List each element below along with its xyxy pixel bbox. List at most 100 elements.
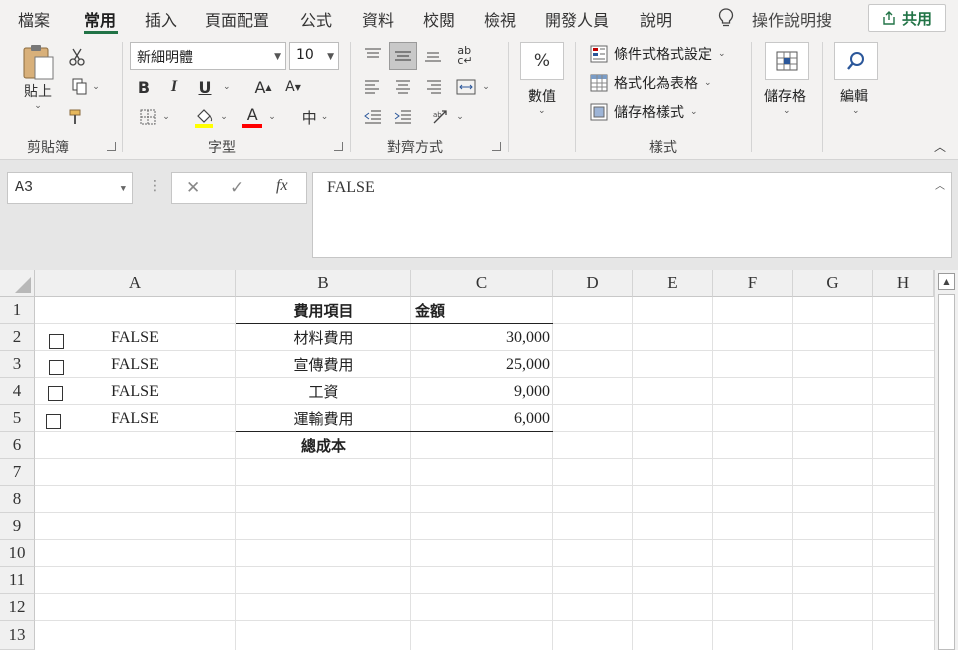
column-header-g[interactable]: G: [793, 270, 873, 297]
scrollbar-thumb[interactable]: [938, 294, 955, 650]
font-color-button[interactable]: A ⌄: [238, 104, 280, 130]
cell-a4[interactable]: FALSE: [35, 378, 235, 405]
cell-b6-total-label[interactable]: 總成本: [236, 432, 411, 459]
cells-dropdown-arrow[interactable]: ⌄: [783, 106, 791, 116]
editing-dropdown-arrow[interactable]: ⌄: [852, 106, 860, 116]
increase-indent-button[interactable]: [392, 106, 414, 128]
tab-view[interactable]: 檢視: [484, 7, 516, 31]
paste-button[interactable]: 貼上 ⌄: [18, 42, 58, 112]
cancel-entry-icon[interactable]: ✕: [186, 178, 200, 198]
editing-button[interactable]: [834, 42, 878, 80]
grow-font-button[interactable]: A ▲: [252, 76, 274, 98]
bold-button[interactable]: B: [134, 76, 154, 98]
collapse-ribbon-icon[interactable]: ︿: [934, 138, 946, 155]
tab-page-layout[interactable]: 頁面配置: [205, 7, 269, 31]
orientation-button[interactable]: ab c↵: [452, 44, 478, 68]
header-expense-item[interactable]: 費用項目: [236, 297, 411, 324]
italic-button[interactable]: I: [164, 76, 184, 98]
row-header-3[interactable]: 3: [0, 351, 35, 378]
decrease-indent-button[interactable]: [362, 106, 384, 128]
cell-a2[interactable]: FALSE: [35, 324, 235, 351]
name-box[interactable]: A3 ▼: [7, 172, 133, 204]
conditional-formatting-button[interactable]: 條件式格式設定 ⌄: [590, 44, 726, 64]
cell-c5[interactable]: 6,000: [411, 405, 550, 432]
row-header-12[interactable]: 12: [0, 594, 35, 621]
row-header-8[interactable]: 8: [0, 486, 35, 513]
align-center-button[interactable]: [392, 76, 414, 98]
align-top-button[interactable]: [362, 44, 384, 66]
align-middle-button[interactable]: [389, 42, 417, 70]
wrap-text-button[interactable]: ab ⌄: [428, 106, 468, 128]
cell-b2[interactable]: 材料費用: [236, 324, 411, 351]
cut-button[interactable]: [66, 46, 88, 68]
align-left-button[interactable]: [362, 76, 384, 98]
enter-entry-icon[interactable]: ✓: [230, 178, 244, 198]
fill-color-button[interactable]: ⌄: [190, 104, 232, 130]
worksheet-grid[interactable]: A B C D E F G H 1 2 3 4 5 6 7 8 9 10 11 …: [0, 270, 958, 650]
cell-c2[interactable]: 30,000: [411, 324, 550, 351]
row-header-1[interactable]: 1: [0, 297, 35, 324]
merge-center-button[interactable]: ⌄: [452, 76, 494, 98]
tell-me-search[interactable]: 操作說明搜: [752, 7, 832, 31]
borders-button[interactable]: ⌄: [134, 106, 176, 128]
tab-insert[interactable]: 插入: [145, 7, 177, 31]
vertical-scrollbar[interactable]: ▲: [934, 270, 958, 650]
align-right-button[interactable]: [422, 76, 444, 98]
cell-styles-button[interactable]: 儲存格樣式 ⌄: [590, 102, 698, 122]
font-name-combo[interactable]: 新細明體 ▼: [130, 42, 286, 70]
tab-help[interactable]: 說明: [640, 7, 672, 31]
tab-home[interactable]: 常用: [84, 7, 116, 31]
clipboard-launcher-icon[interactable]: [107, 142, 116, 151]
tab-developer[interactable]: 開發人員: [545, 7, 609, 31]
row-header-13[interactable]: 13: [0, 621, 35, 650]
column-header-f[interactable]: F: [713, 270, 793, 297]
column-header-b[interactable]: B: [236, 270, 411, 297]
formula-input[interactable]: FALSE ︿: [312, 172, 952, 258]
cell-c4[interactable]: 9,000: [411, 378, 550, 405]
cell-c3[interactable]: 25,000: [411, 351, 550, 378]
cells-button[interactable]: [765, 42, 809, 80]
header-amount[interactable]: 金額: [415, 297, 553, 324]
phonetic-guide-button[interactable]: 中 ⌄: [294, 106, 336, 128]
insert-function-icon[interactable]: fx: [276, 177, 288, 195]
font-launcher-icon[interactable]: [334, 142, 343, 151]
tab-formulas[interactable]: 公式: [300, 7, 332, 31]
row-header-7[interactable]: 7: [0, 459, 35, 486]
format-as-table-button[interactable]: 格式化為表格 ⌄: [590, 73, 712, 93]
format-painter-button[interactable]: [66, 106, 88, 128]
cell-b3[interactable]: 宣傳費用: [236, 351, 411, 378]
collapse-formula-bar-icon[interactable]: ︿: [935, 177, 945, 192]
formula-bar-grip-icon[interactable]: ⋮: [148, 178, 162, 194]
alignment-launcher-icon[interactable]: [492, 142, 501, 151]
number-format-button[interactable]: %: [520, 42, 564, 80]
share-button[interactable]: 共用: [868, 4, 946, 32]
row-header-9[interactable]: 9: [0, 513, 35, 540]
cell-a5[interactable]: FALSE: [35, 405, 235, 432]
tab-review[interactable]: 校閱: [423, 7, 455, 31]
row-header-4[interactable]: 4: [0, 378, 35, 405]
row-header-6[interactable]: 6: [0, 432, 35, 459]
cell-b4[interactable]: 工資: [236, 378, 411, 405]
row-header-2[interactable]: 2: [0, 324, 35, 351]
align-bottom-button[interactable]: [422, 44, 444, 66]
row-header-10[interactable]: 10: [0, 540, 35, 567]
shrink-font-button[interactable]: A ▼: [282, 76, 304, 98]
tab-file[interactable]: 檔案: [18, 7, 50, 31]
font-size-combo[interactable]: 10 ▼: [289, 42, 339, 70]
tab-data[interactable]: 資料: [362, 7, 394, 31]
column-header-c[interactable]: C: [411, 270, 553, 297]
column-header-d[interactable]: D: [553, 270, 633, 297]
underline-dropdown-arrow[interactable]: ⌄: [223, 82, 231, 92]
cell-a3[interactable]: FALSE: [35, 351, 235, 378]
row-header-5[interactable]: 5: [0, 405, 35, 432]
copy-button[interactable]: ⌄: [66, 76, 106, 98]
column-header-a[interactable]: A: [35, 270, 236, 297]
scroll-up-icon[interactable]: ▲: [938, 273, 955, 290]
number-dropdown-arrow[interactable]: ⌄: [538, 106, 546, 116]
row-header-11[interactable]: 11: [0, 567, 35, 594]
select-all-corner[interactable]: [0, 270, 35, 297]
cell-b5[interactable]: 運輸費用: [236, 405, 411, 432]
underline-button[interactable]: U: [194, 76, 216, 98]
column-header-h[interactable]: H: [873, 270, 934, 297]
column-header-e[interactable]: E: [633, 270, 713, 297]
